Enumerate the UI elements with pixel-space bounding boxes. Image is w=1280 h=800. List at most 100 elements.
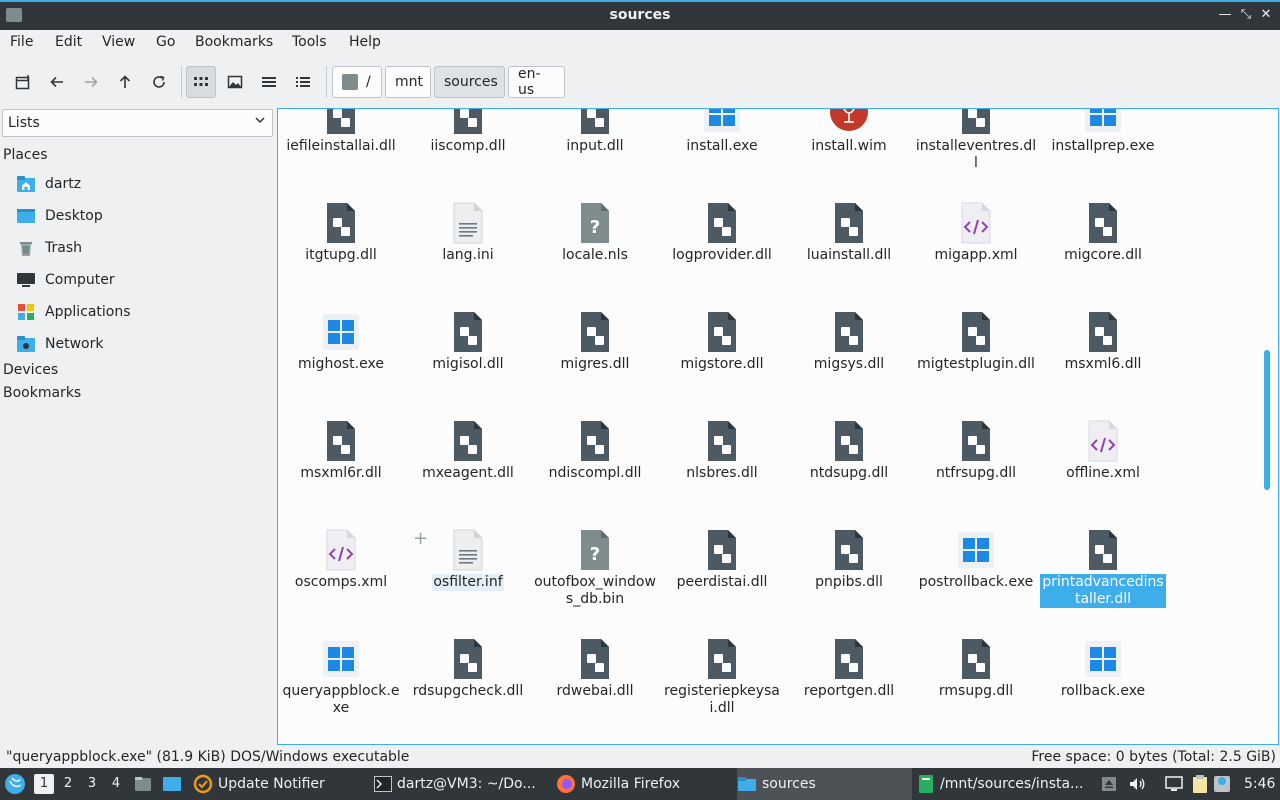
file-item[interactable]: iefileinstallai.dll <box>278 109 404 155</box>
file-item[interactable]: migcore.dll <box>1040 201 1166 264</box>
file-item[interactable]: logprovider.dll <box>659 201 785 264</box>
reload-button[interactable] <box>144 66 174 98</box>
file-item[interactable]: msxml6.dll <box>1040 310 1166 373</box>
file-item[interactable]: mighost.exe <box>278 310 404 373</box>
breadcrumb-root[interactable]: / <box>332 66 382 98</box>
file-item[interactable]: offline.xml <box>1040 419 1166 482</box>
file-item[interactable]: migstore.dll <box>659 310 785 373</box>
network-tray-icon[interactable] <box>1164 774 1184 794</box>
sidebar-item-dartz[interactable]: dartz <box>16 171 266 197</box>
file-item[interactable]: peerdistai.dll <box>659 528 785 591</box>
file-item[interactable]: rdwebai.dll <box>532 637 658 700</box>
file-view[interactable]: iefileinstallai.dll iiscomp.dll input.dll i… <box>277 108 1279 745</box>
file-item[interactable]: msxml6r.dll <box>278 419 404 482</box>
bookmarks-heading[interactable]: Bookmarks <box>3 385 81 401</box>
file-item[interactable]: install.wim <box>786 109 912 155</box>
file-name: oscomps.xml <box>294 574 388 590</box>
task-update-notifier[interactable]: Update Notifier <box>193 768 368 800</box>
back-button[interactable] <box>42 66 72 98</box>
file-item[interactable]: iiscomp.dll <box>405 109 531 155</box>
maximize-icon[interactable]: ⤡ <box>1237 6 1255 24</box>
show-desktop-button[interactable] <box>162 768 184 800</box>
sidebar-item-network[interactable]: Network <box>16 331 266 357</box>
menu-edit[interactable]: Edit <box>55 34 82 50</box>
menu-view[interactable]: View <box>102 34 135 50</box>
file-item[interactable]: migres.dll <box>532 310 658 373</box>
plus-icon[interactable]: + <box>413 528 428 549</box>
file-item[interactable]: printadvancedinstaller.dll <box>1040 528 1166 608</box>
places-heading[interactable]: Places <box>3 147 48 163</box>
file-item[interactable]: queryappblock.exe <box>278 637 404 717</box>
file-item[interactable]: luainstall.dll <box>786 201 912 264</box>
file-item[interactable]: ndiscompl.dll <box>532 419 658 482</box>
file-item[interactable]: osfilter.inf + <box>405 528 531 591</box>
file-item[interactable]: ntfrsupg.dll <box>913 419 1039 482</box>
task-text-editor[interactable]: /mnt/sources/insta... <box>918 768 1093 800</box>
window-titlebar: sources — ⤡ ✕ <box>0 0 1280 30</box>
file-item[interactable]: migsys.dll <box>786 310 912 373</box>
menu-file[interactable]: File <box>10 34 33 50</box>
sidebar-item-applications[interactable]: Applications <box>16 299 266 325</box>
menu-help[interactable]: Help <box>349 34 381 50</box>
file-item[interactable]: migapp.xml <box>913 201 1039 264</box>
file-item[interactable]: pnpibs.dll <box>786 528 912 591</box>
workspace-2[interactable]: 2 <box>58 774 78 794</box>
task-firefox[interactable]: Mozilla Firefox <box>556 768 731 800</box>
close-icon[interactable]: ✕ <box>1257 6 1275 24</box>
clipboard-icon[interactable] <box>1190 774 1210 794</box>
start-menu-button[interactable] <box>4 768 28 800</box>
file-item[interactable]: migtestplugin.dll <box>913 310 1039 373</box>
file-item[interactable]: ? locale.nls <box>532 201 658 264</box>
sidebar-item-trash[interactable]: Trash <box>16 235 266 261</box>
icon-view-button[interactable] <box>186 66 216 98</box>
file-item[interactable]: lang.ini <box>405 201 531 264</box>
file-item[interactable]: ? outofbox_windows_db.bin <box>532 528 658 608</box>
clock[interactable]: 5:46 <box>1244 768 1276 800</box>
file-item[interactable]: rollback.exe <box>1040 637 1166 700</box>
sidebar-item-computer[interactable]: Computer <box>16 267 266 293</box>
devices-heading[interactable]: Devices <box>3 362 58 378</box>
menu-bookmarks[interactable]: Bookmarks <box>195 34 273 50</box>
file-item[interactable]: rmsupg.dll <box>913 637 1039 700</box>
breadcrumb-sources[interactable]: sources <box>434 66 505 98</box>
workspace-3[interactable]: 3 <box>82 774 102 794</box>
file-item[interactable]: registeriepkeysai.dll <box>659 637 785 717</box>
menu-go[interactable]: Go <box>156 34 175 50</box>
notification-icon[interactable] <box>1212 774 1232 794</box>
file-item[interactable]: rdsupgcheck.dll <box>405 637 531 700</box>
detailed-view-button[interactable] <box>288 66 318 98</box>
file-item[interactable]: input.dll <box>532 109 658 155</box>
file-item[interactable]: installeventres.dll <box>913 109 1039 172</box>
file-item[interactable]: installprep.exe <box>1040 109 1166 155</box>
volume-icon[interactable] <box>1127 774 1147 794</box>
file-item[interactable]: migisol.dll <box>405 310 531 373</box>
computer-icon <box>17 273 35 287</box>
task-sources[interactable]: sources <box>737 768 912 800</box>
breadcrumb-en-us[interactable]: en-us <box>508 66 565 98</box>
sidebar-mode-select[interactable]: Lists <box>2 109 273 137</box>
file-item[interactable]: nlsbres.dll <box>659 419 785 482</box>
minimize-icon[interactable]: — <box>1216 6 1234 24</box>
file-item[interactable]: mxeagent.dll <box>405 419 531 482</box>
file-item[interactable]: oscomps.xml <box>278 528 404 591</box>
quicklaunch-files[interactable] <box>134 768 154 800</box>
eject-icon[interactable] <box>1099 774 1119 794</box>
file-item[interactable]: postrollback.exe <box>913 528 1039 591</box>
up-button[interactable] <box>110 66 140 98</box>
task-terminal[interactable]: dartz@VM3: ~/Do... <box>374 768 550 800</box>
workspace-4[interactable]: 4 <box>106 774 126 794</box>
menu-tools[interactable]: Tools <box>292 34 327 50</box>
forward-button[interactable] <box>76 66 106 98</box>
file-item[interactable]: install.exe <box>659 109 785 155</box>
compact-view-button[interactable] <box>254 66 284 98</box>
sidebar-item-desktop[interactable]: Desktop <box>16 203 266 229</box>
new-tab-button[interactable] <box>8 66 38 98</box>
toolbar-separator <box>181 66 182 98</box>
thumbnail-view-button[interactable] <box>220 66 250 98</box>
breadcrumb-mnt[interactable]: mnt <box>385 66 431 98</box>
workspace-1[interactable]: 1 <box>34 774 54 794</box>
vertical-scrollbar[interactable] <box>1264 350 1270 490</box>
file-item[interactable]: ntdsupg.dll <box>786 419 912 482</box>
file-item[interactable]: itgtupg.dll <box>278 201 404 264</box>
file-item[interactable]: reportgen.dll <box>786 637 912 700</box>
